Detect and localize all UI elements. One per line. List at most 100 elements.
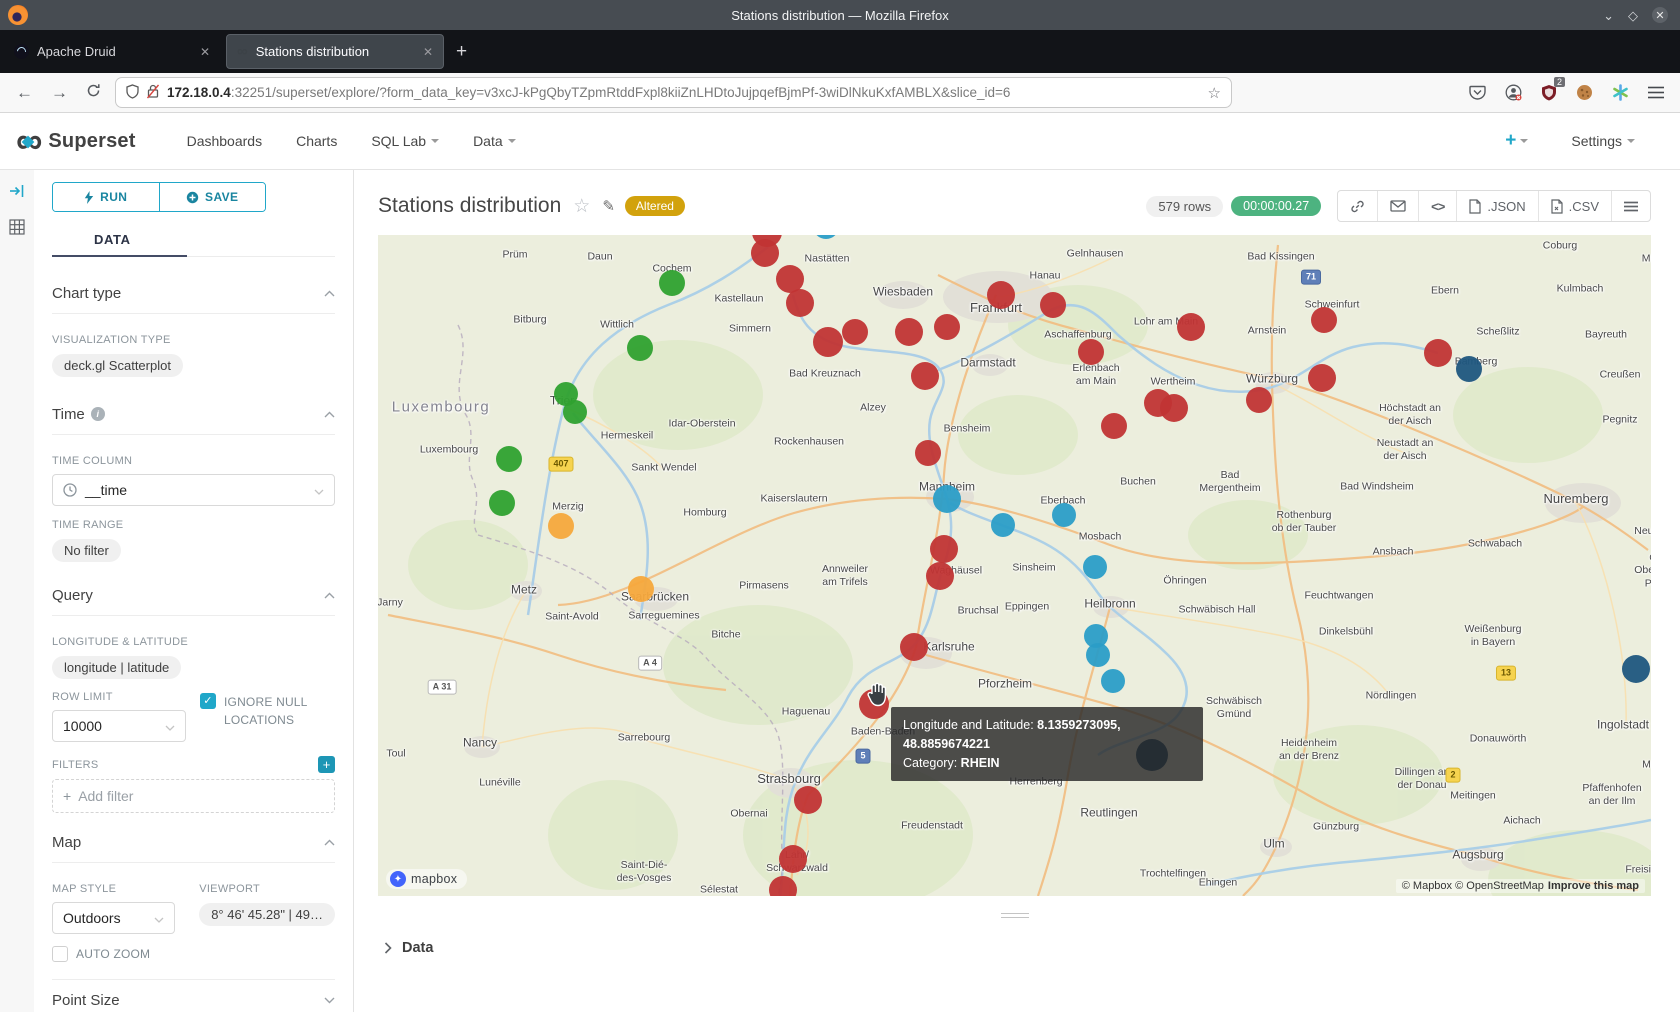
scatter-point[interactable] (1083, 555, 1107, 579)
viewport-value[interactable]: 8° 46' 45.28" | 49… (199, 903, 335, 926)
viz-type-value[interactable]: deck.gl Scatterplot (52, 354, 183, 377)
scatter-point[interactable] (911, 362, 939, 390)
scatter-point[interactable] (794, 786, 822, 814)
nav-dashboards[interactable]: Dashboards (187, 133, 263, 149)
reload-button[interactable] (86, 83, 101, 103)
scatter-point[interactable] (1308, 364, 1336, 392)
scatter-point[interactable] (786, 289, 814, 317)
scatter-point[interactable] (900, 633, 928, 661)
superset-logo[interactable]: ∞ Superset (16, 126, 136, 156)
tab-apache-druid[interactable]: Apache Druid ✕ (4, 35, 220, 68)
improve-map-link[interactable]: Improve this map (1548, 880, 1639, 892)
add-filter-plus-button[interactable]: + (318, 756, 335, 773)
chart-menu-button[interactable] (1611, 191, 1650, 221)
scatter-point[interactable] (563, 400, 587, 424)
scatter-point[interactable] (1086, 643, 1110, 667)
tab-stations-distribution[interactable]: ∞ Stations distribution ✕ (226, 34, 444, 69)
scatter-point[interactable] (933, 485, 961, 513)
email-button[interactable] (1377, 191, 1418, 221)
scatter-point[interactable] (659, 270, 685, 296)
save-button[interactable]: SAVE (159, 183, 266, 211)
nav-charts[interactable]: Charts (296, 133, 337, 149)
time-range-value[interactable]: No filter (52, 539, 121, 562)
data-results-section[interactable]: Data (378, 934, 1651, 962)
scatter-point[interactable] (1040, 292, 1066, 318)
scatter-point[interactable] (1456, 356, 1482, 382)
scatter-point[interactable] (489, 490, 515, 516)
section-chart-type[interactable]: Chart type (52, 273, 335, 314)
tab-close-icon[interactable]: ✕ (200, 45, 210, 59)
panel-resize-handle[interactable] (378, 896, 1651, 934)
map-canvas[interactable]: Longitude and Latitude: 8.1359273095, 48… (378, 235, 1651, 896)
extension-asterisk-icon[interactable] (1612, 84, 1629, 101)
forward-button[interactable]: → (51, 83, 68, 103)
scatter-point[interactable] (1311, 307, 1337, 333)
scatter-point[interactable] (926, 562, 954, 590)
add-new-button[interactable]: + (1505, 130, 1528, 152)
scatter-point[interactable] (987, 281, 1015, 309)
shield-icon[interactable] (126, 84, 139, 102)
menu-icon[interactable] (1648, 86, 1664, 99)
nav-sql-lab[interactable]: SQL Lab (371, 133, 439, 149)
settings-menu[interactable]: Settings (1571, 133, 1635, 149)
edit-title-icon[interactable]: ✎ (602, 197, 615, 215)
minimize-icon[interactable]: ⌄ (1603, 9, 1614, 22)
ublock-icon[interactable]: 2 (1541, 84, 1557, 101)
favorite-star-icon[interactable]: ☆ (573, 195, 590, 218)
scatter-point[interactable] (769, 876, 797, 896)
insecure-lock-icon[interactable] (147, 84, 159, 102)
scatter-point[interactable] (548, 513, 574, 539)
nav-data[interactable]: Data (473, 133, 516, 149)
section-query[interactable]: Query (52, 575, 335, 616)
dataset-grid-icon[interactable] (9, 219, 25, 240)
auto-zoom-checkbox[interactable] (52, 946, 68, 962)
row-limit-select[interactable]: 10000 (52, 710, 186, 742)
scatter-point[interactable] (1160, 394, 1188, 422)
run-button[interactable]: RUN (53, 183, 159, 211)
embed-code-button[interactable]: <> (1418, 191, 1456, 221)
expand-panel-icon[interactable] (9, 184, 25, 203)
bookmark-star-icon[interactable]: ☆ (1208, 84, 1221, 102)
section-time[interactable]: Timei (52, 394, 335, 435)
export-json-button[interactable]: .JSON (1456, 191, 1537, 221)
scatter-point[interactable] (496, 446, 522, 472)
scatter-point[interactable] (1246, 387, 1272, 413)
mapbox-logo[interactable]: ✦ mapbox (386, 869, 467, 889)
lonlat-value[interactable]: longitude | latitude (52, 656, 181, 679)
add-filter-box[interactable]: + Add filter (52, 779, 335, 813)
scatter-point[interactable] (1101, 413, 1127, 439)
scatter-point[interactable] (1177, 313, 1205, 341)
time-column-select[interactable]: __time (52, 474, 335, 506)
scatter-point[interactable] (628, 576, 654, 602)
cookie-icon[interactable] (1576, 84, 1593, 101)
url-bar[interactable]: 172.18.0.4 :32251/superset/explore/?form… (115, 77, 1232, 108)
account-icon[interactable] (1505, 84, 1522, 101)
scatter-point[interactable] (915, 440, 941, 466)
scatter-point[interactable] (813, 327, 843, 357)
scatter-point[interactable] (627, 335, 653, 361)
scatter-point[interactable] (895, 318, 923, 346)
tab-close-icon[interactable]: ✕ (423, 45, 433, 59)
ignore-null-checkbox[interactable]: ✓ (200, 693, 216, 709)
scatter-point[interactable] (1424, 339, 1452, 367)
close-icon[interactable]: ✕ (1652, 7, 1668, 23)
scatter-point[interactable] (1101, 669, 1125, 693)
pocket-icon[interactable] (1469, 85, 1486, 101)
restore-icon[interactable]: ◇ (1628, 9, 1638, 22)
scatter-point[interactable] (842, 319, 868, 345)
section-point-size[interactable]: Point Size (52, 979, 335, 1012)
scatter-point[interactable] (991, 513, 1015, 537)
scatter-point[interactable] (1078, 339, 1104, 365)
scatter-point[interactable] (934, 314, 960, 340)
section-map[interactable]: Map (52, 822, 335, 863)
tab-data[interactable]: DATA (52, 226, 131, 247)
scatter-point[interactable] (1052, 503, 1076, 527)
new-tab-button[interactable]: + (456, 41, 467, 63)
scatter-point[interactable] (779, 845, 807, 873)
back-button[interactable]: ← (16, 83, 33, 103)
scatter-point[interactable] (751, 239, 779, 267)
copy-link-button[interactable] (1338, 191, 1377, 221)
export-csv-button[interactable]: .CSV (1538, 191, 1611, 221)
scatter-point[interactable] (1622, 655, 1650, 683)
scatter-point[interactable] (930, 535, 958, 563)
